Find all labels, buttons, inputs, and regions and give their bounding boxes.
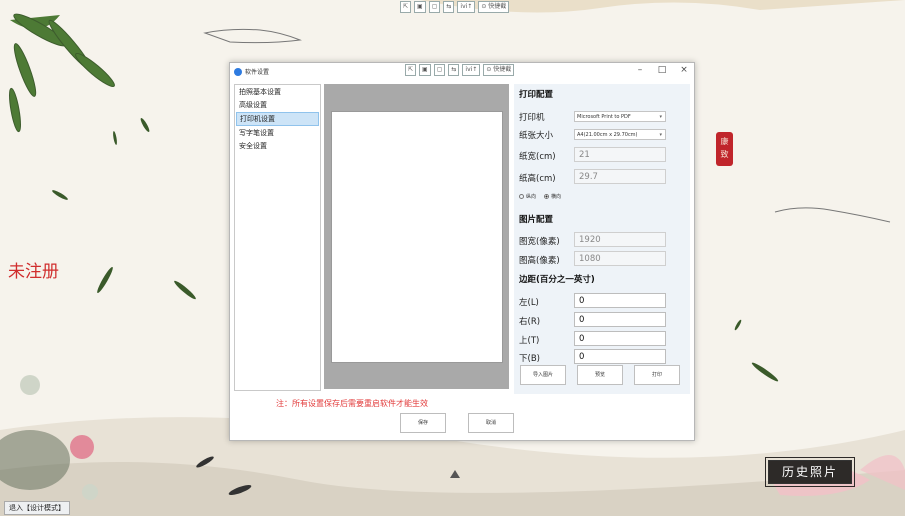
import-image-button[interactable]: 导入图片 — [520, 365, 566, 385]
unregistered-label: 未注册 — [8, 262, 59, 282]
settings-nav: 拍照基本设置 高级设置 打印机设置 写字笔设置 安全设置 — [234, 84, 321, 391]
nav-item-advanced[interactable]: 高级设置 — [236, 99, 319, 111]
app-icon — [234, 68, 242, 76]
paper-height-field[interactable]: 29.7 — [574, 169, 666, 184]
margin-config-title: 边距(百分之一英寸) — [519, 275, 595, 285]
toolbar-item[interactable]: ⇱ — [400, 1, 412, 13]
toolbar-item[interactable]: ⊙ 快捷截 — [483, 64, 515, 76]
printer-label: 打印机 — [519, 113, 545, 123]
chevron-down-icon: ▾ — [659, 114, 662, 120]
printer-select-value: Microsoft Print to PDF — [577, 114, 631, 120]
toolbar-item[interactable]: ivi↑ — [462, 64, 481, 76]
seal-stamp: 康 致 — [716, 132, 733, 166]
margin-top-field[interactable]: 0 — [574, 331, 666, 346]
image-width-field[interactable]: 1920 — [574, 232, 666, 247]
nav-item-pen[interactable]: 写字笔设置 — [236, 127, 319, 139]
paper-size-value: A4(21.00cm x 29.70cm) — [577, 132, 638, 138]
nav-item-printer[interactable]: 打印机设置 — [236, 112, 319, 126]
save-button[interactable]: 保存 — [400, 413, 446, 433]
image-config-title: 图片配置 — [519, 215, 554, 225]
window-title: 软件设置 — [245, 69, 270, 76]
cancel-button[interactable]: 取消 — [468, 413, 514, 433]
orientation-landscape[interactable]: 横向 — [544, 193, 561, 200]
toolbar-item[interactable]: ⇆ — [443, 1, 455, 13]
toolbar-item[interactable]: ⊙ 快捷截 — [478, 1, 510, 13]
nav-item-photo-basic[interactable]: 拍照基本设置 — [236, 86, 319, 98]
paper-height-label: 纸高(cm) — [519, 174, 556, 184]
toolbar-item[interactable]: ⇱ — [405, 64, 417, 76]
minimize-button[interactable]: – — [632, 65, 648, 75]
print-preview-area — [324, 84, 509, 389]
margin-left-label: 左(L) — [519, 298, 539, 308]
print-config-title: 打印配置 — [519, 90, 554, 100]
paper-width-field[interactable]: 21 — [574, 147, 666, 162]
orientation-landscape-label: 横向 — [551, 194, 562, 200]
margin-top-label: 上(T) — [519, 336, 540, 346]
toolbar-item[interactable]: ▣ — [414, 1, 426, 13]
print-button[interactable]: 打印 — [634, 365, 680, 385]
margin-right-field[interactable]: 0 — [574, 312, 666, 327]
floating-toolbar: ⇱ ▣ ▢ ⇆ ivi↑ ⊙ 快捷截 — [400, 0, 510, 14]
radio-selected-icon — [544, 194, 550, 199]
preview-button[interactable]: 预览 — [577, 365, 623, 385]
nav-item-security[interactable]: 安全设置 — [236, 140, 319, 152]
restart-note: 注：所有设置保存后需要重启软件才能生效 — [276, 399, 428, 408]
title-bar[interactable]: 软件设置 ⇱ ▣ ▢ ⇆ ivi↑ ⊙ 快捷截 – □ × — [230, 63, 694, 81]
radio-icon — [519, 194, 524, 199]
preview-paper — [331, 111, 503, 363]
toolbar-item[interactable]: ▣ — [419, 64, 431, 76]
orientation-portrait-label: 纵向 — [526, 194, 537, 200]
image-height-label: 图高(像素) — [519, 256, 560, 266]
top-partial-text — [8, 0, 28, 15]
history-photos-button[interactable]: 历史照片 — [765, 457, 855, 487]
toolbar-item[interactable]: ▢ — [433, 64, 446, 76]
orientation-group: 纵向 横向 — [519, 193, 561, 200]
margin-bottom-field[interactable]: 0 — [574, 349, 666, 364]
margin-right-label: 右(R) — [519, 317, 541, 327]
toolbar-item[interactable]: ▢ — [428, 1, 441, 13]
paper-width-label: 纸宽(cm) — [519, 152, 556, 162]
maximize-button[interactable]: □ — [654, 65, 670, 75]
paper-size-label: 纸张大小 — [519, 131, 554, 141]
settings-window: 软件设置 ⇱ ▣ ▢ ⇆ ivi↑ ⊙ 快捷截 – □ × 拍照基本设置 高级设… — [229, 62, 695, 441]
printer-settings-panel: 打印配置 打印机 Microsoft Print to PDF ▾ 纸张大小 A… — [514, 84, 690, 394]
status-bar[interactable]: 退入【设计模式】 — [4, 501, 70, 515]
image-height-field[interactable]: 1080 — [574, 251, 666, 266]
chevron-down-icon: ▾ — [659, 132, 662, 138]
margin-bottom-label: 下(B) — [519, 354, 540, 364]
image-width-label: 图宽(像素) — [519, 237, 560, 247]
toolbar-item[interactable]: ivi↑ — [457, 1, 476, 13]
printer-select[interactable]: Microsoft Print to PDF ▾ — [574, 111, 666, 122]
orientation-portrait[interactable]: 纵向 — [519, 193, 536, 200]
toolbar-item[interactable]: ⇆ — [448, 64, 460, 76]
close-button[interactable]: × — [676, 65, 692, 75]
window-toolbar: ⇱ ▣ ▢ ⇆ ivi↑ ⊙ 快捷截 — [405, 64, 515, 76]
margin-left-field[interactable]: 0 — [574, 293, 666, 308]
paper-size-select[interactable]: A4(21.00cm x 29.70cm) ▾ — [574, 129, 666, 140]
